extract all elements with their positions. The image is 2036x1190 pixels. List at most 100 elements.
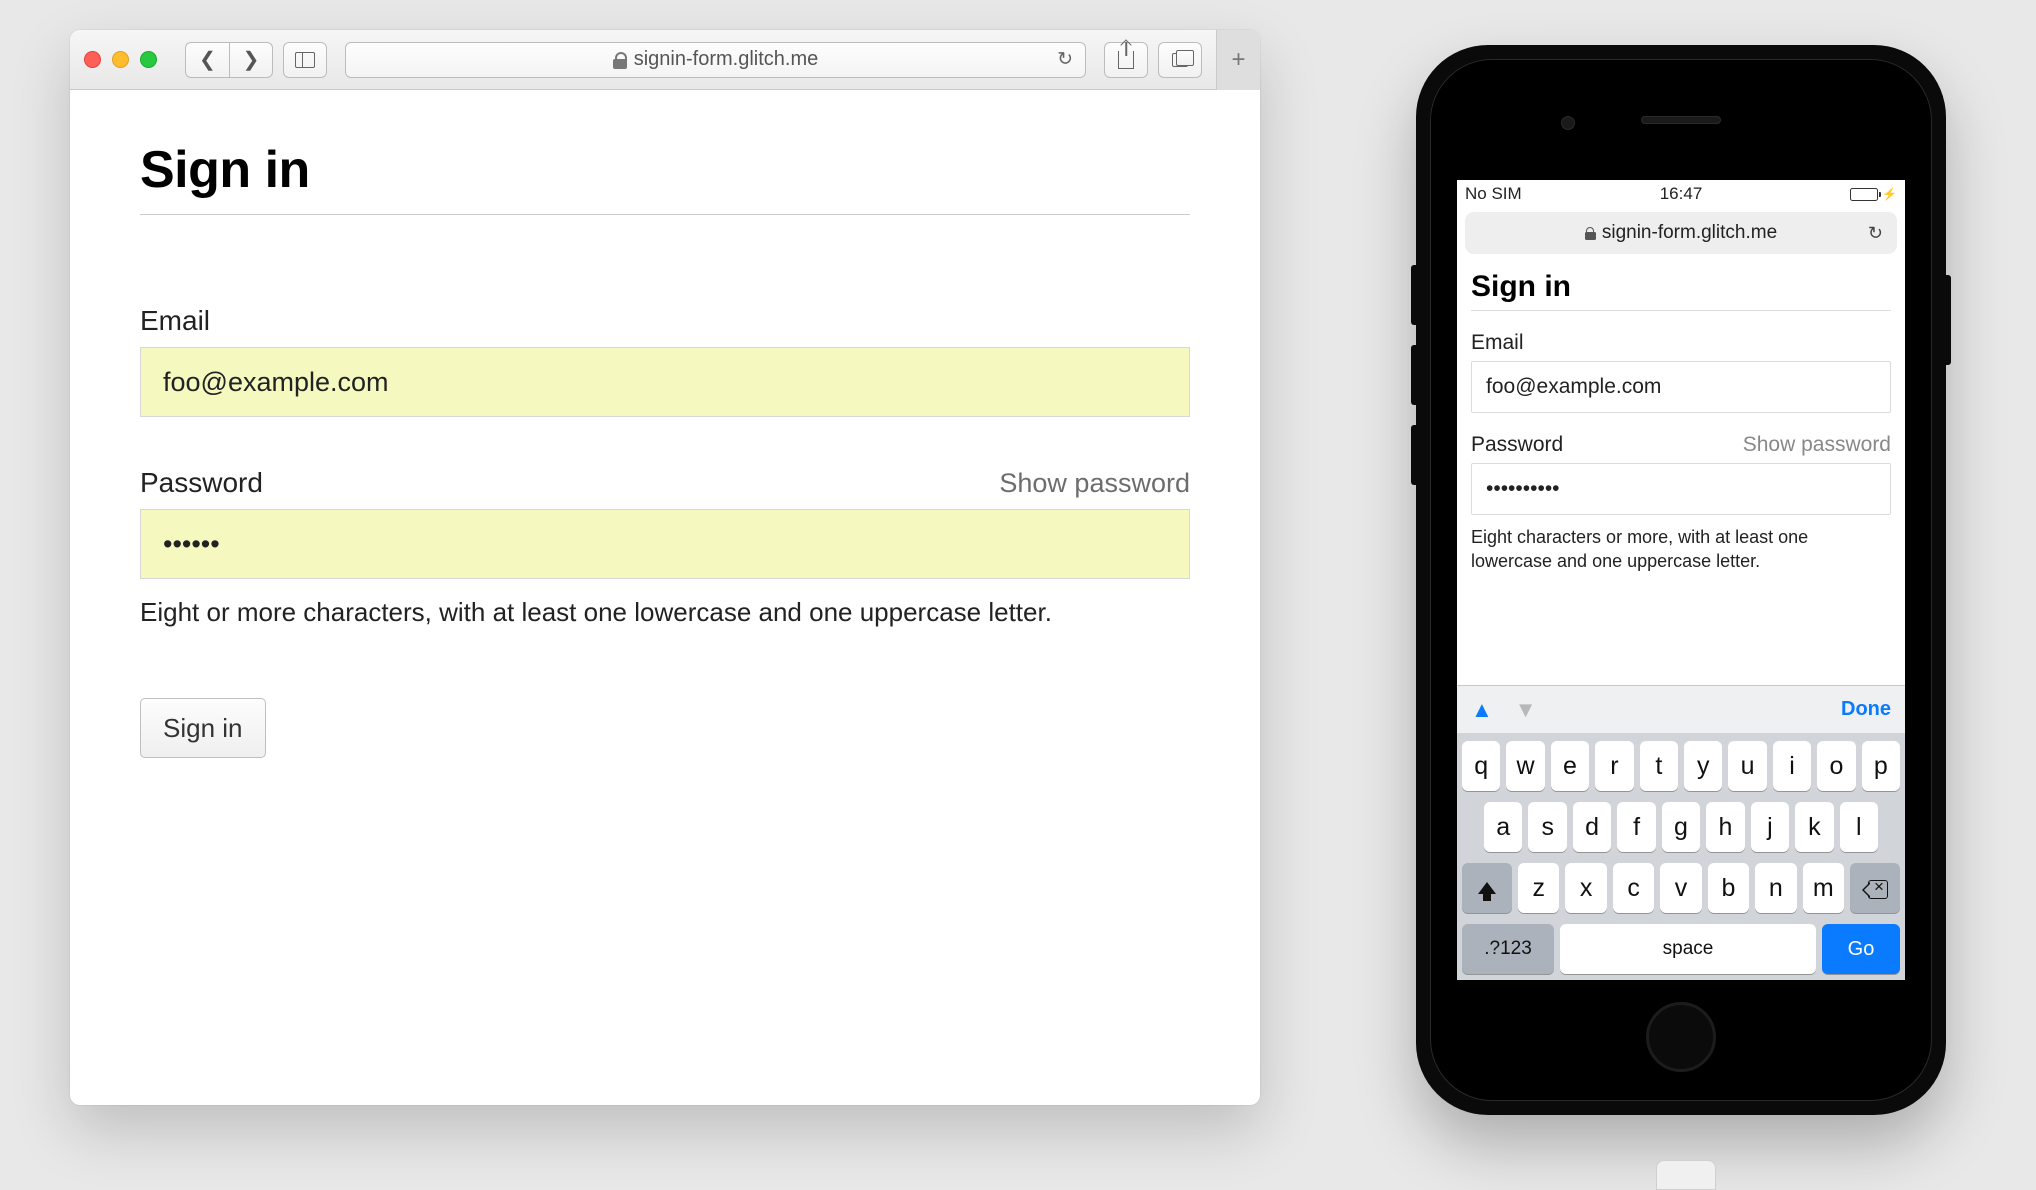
password-input[interactable] bbox=[140, 509, 1190, 579]
key-z[interactable]: z bbox=[1518, 863, 1559, 913]
key-y[interactable]: y bbox=[1684, 741, 1722, 791]
go-key[interactable]: Go bbox=[1822, 924, 1900, 974]
password-label: Password bbox=[140, 467, 263, 499]
phone-screen: No SIM 16:47 ⚡ signin-form.glitch.me ↻ S… bbox=[1457, 180, 1905, 980]
sidebar-button[interactable] bbox=[283, 42, 327, 78]
email-label: Email bbox=[140, 305, 210, 337]
reload-icon[interactable]: ↻ bbox=[1057, 48, 1073, 71]
keyboard-accessory-bar: ▲ ▼ Done bbox=[1457, 685, 1905, 733]
divider bbox=[1471, 310, 1891, 311]
backspace-key[interactable] bbox=[1850, 863, 1900, 913]
password-hint: Eight or more characters, with at least … bbox=[140, 597, 1190, 628]
email-input[interactable] bbox=[1471, 361, 1891, 413]
email-input[interactable] bbox=[140, 347, 1190, 417]
key-b[interactable]: b bbox=[1708, 863, 1749, 913]
prev-field-icon[interactable]: ▲ bbox=[1471, 697, 1493, 723]
window-controls bbox=[84, 51, 157, 68]
tabs-icon bbox=[1172, 53, 1188, 67]
url-text: signin-form.glitch.me bbox=[634, 48, 819, 71]
sidebar-icon bbox=[295, 52, 315, 68]
signin-button[interactable]: Sign in bbox=[140, 698, 266, 758]
divider bbox=[140, 214, 1190, 215]
charging-cable bbox=[1656, 1160, 1716, 1190]
key-p[interactable]: p bbox=[1862, 741, 1900, 791]
show-password-toggle[interactable]: Show password bbox=[999, 468, 1190, 499]
share-button[interactable] bbox=[1104, 42, 1148, 78]
forward-button[interactable]: ❯ bbox=[229, 42, 273, 78]
password-field-group: Password Show password Eight or more cha… bbox=[140, 467, 1190, 628]
key-m[interactable]: m bbox=[1803, 863, 1844, 913]
page-title: Sign in bbox=[1471, 270, 1891, 304]
key-i[interactable]: i bbox=[1773, 741, 1811, 791]
minimize-icon[interactable] bbox=[112, 51, 129, 68]
mobile-url-text: signin-form.glitch.me bbox=[1602, 222, 1777, 244]
key-e[interactable]: e bbox=[1551, 741, 1589, 791]
key-j[interactable]: j bbox=[1751, 802, 1789, 852]
password-hint: Eight characters or more, with at least … bbox=[1471, 525, 1891, 574]
reload-icon[interactable]: ↻ bbox=[1868, 223, 1883, 244]
fullscreen-icon[interactable] bbox=[140, 51, 157, 68]
key-l[interactable]: l bbox=[1840, 802, 1878, 852]
key-v[interactable]: v bbox=[1660, 863, 1701, 913]
password-label: Password bbox=[1471, 433, 1563, 457]
key-d[interactable]: d bbox=[1573, 802, 1611, 852]
onscreen-keyboard: qwertyuiop asdfghjkl zxcvbnm .?123 space… bbox=[1457, 733, 1905, 980]
keyboard-done-button[interactable]: Done bbox=[1841, 698, 1891, 721]
page-content: Sign in Email Password Show password Eig… bbox=[70, 90, 1260, 808]
space-key[interactable]: space bbox=[1560, 924, 1816, 974]
mobile-page-content: Sign in Email Password Show password Eig… bbox=[1457, 264, 1905, 685]
key-c[interactable]: c bbox=[1613, 863, 1654, 913]
keyboard-row-1: qwertyuiop bbox=[1462, 741, 1900, 791]
tabs-button[interactable] bbox=[1158, 42, 1202, 78]
password-input[interactable] bbox=[1471, 463, 1891, 515]
key-k[interactable]: k bbox=[1795, 802, 1833, 852]
email-field-group: Email bbox=[1471, 331, 1891, 413]
nav-buttons: ❮ ❯ bbox=[185, 42, 273, 78]
key-x[interactable]: x bbox=[1565, 863, 1606, 913]
key-n[interactable]: n bbox=[1755, 863, 1796, 913]
home-button[interactable] bbox=[1646, 1002, 1716, 1072]
lock-icon bbox=[613, 52, 627, 67]
new-tab-button[interactable]: + bbox=[1216, 30, 1260, 90]
close-icon[interactable] bbox=[84, 51, 101, 68]
safari-window: ❮ ❯ signin-form.glitch.me ↻ + Sign in Em… bbox=[70, 30, 1260, 1105]
iphone-device: No SIM 16:47 ⚡ signin-form.glitch.me ↻ S… bbox=[1416, 45, 1946, 1115]
safari-toolbar: ❮ ❯ signin-form.glitch.me ↻ + bbox=[70, 30, 1260, 90]
shift-key[interactable] bbox=[1462, 863, 1512, 913]
key-o[interactable]: o bbox=[1817, 741, 1855, 791]
key-s[interactable]: s bbox=[1528, 802, 1566, 852]
lock-icon bbox=[1585, 227, 1596, 239]
key-q[interactable]: q bbox=[1462, 741, 1500, 791]
keyboard-row-2: asdfghjkl bbox=[1462, 802, 1900, 852]
key-h[interactable]: h bbox=[1706, 802, 1744, 852]
back-button[interactable]: ❮ bbox=[185, 42, 229, 78]
status-time: 16:47 bbox=[1660, 184, 1703, 204]
key-r[interactable]: r bbox=[1595, 741, 1633, 791]
key-w[interactable]: w bbox=[1506, 741, 1544, 791]
share-icon bbox=[1118, 51, 1134, 69]
battery-indicator: ⚡ bbox=[1850, 187, 1897, 201]
front-camera-icon bbox=[1561, 116, 1575, 130]
key-u[interactable]: u bbox=[1728, 741, 1766, 791]
status-bar: No SIM 16:47 ⚡ bbox=[1457, 180, 1905, 208]
charging-icon: ⚡ bbox=[1882, 187, 1897, 201]
key-g[interactable]: g bbox=[1662, 802, 1700, 852]
page-title: Sign in bbox=[140, 140, 1190, 200]
address-bar[interactable]: signin-form.glitch.me ↻ bbox=[345, 42, 1086, 78]
carrier-text: No SIM bbox=[1465, 184, 1522, 204]
key-a[interactable]: a bbox=[1484, 802, 1522, 852]
password-field-group: Password Show password Eight characters … bbox=[1471, 433, 1891, 574]
mobile-address-bar[interactable]: signin-form.glitch.me ↻ bbox=[1465, 212, 1897, 254]
backspace-icon bbox=[1864, 880, 1886, 897]
keyboard-row-3: zxcvbnm bbox=[1462, 863, 1900, 913]
battery-icon bbox=[1850, 188, 1878, 201]
next-field-icon[interactable]: ▼ bbox=[1515, 697, 1537, 723]
email-field-group: Email bbox=[140, 305, 1190, 417]
numbers-key[interactable]: .?123 bbox=[1462, 924, 1554, 974]
phone-bezel-top bbox=[1431, 60, 1931, 180]
email-label: Email bbox=[1471, 331, 1524, 355]
key-t[interactable]: t bbox=[1640, 741, 1678, 791]
speaker-icon bbox=[1641, 116, 1721, 124]
show-password-toggle[interactable]: Show password bbox=[1743, 433, 1891, 457]
key-f[interactable]: f bbox=[1617, 802, 1655, 852]
